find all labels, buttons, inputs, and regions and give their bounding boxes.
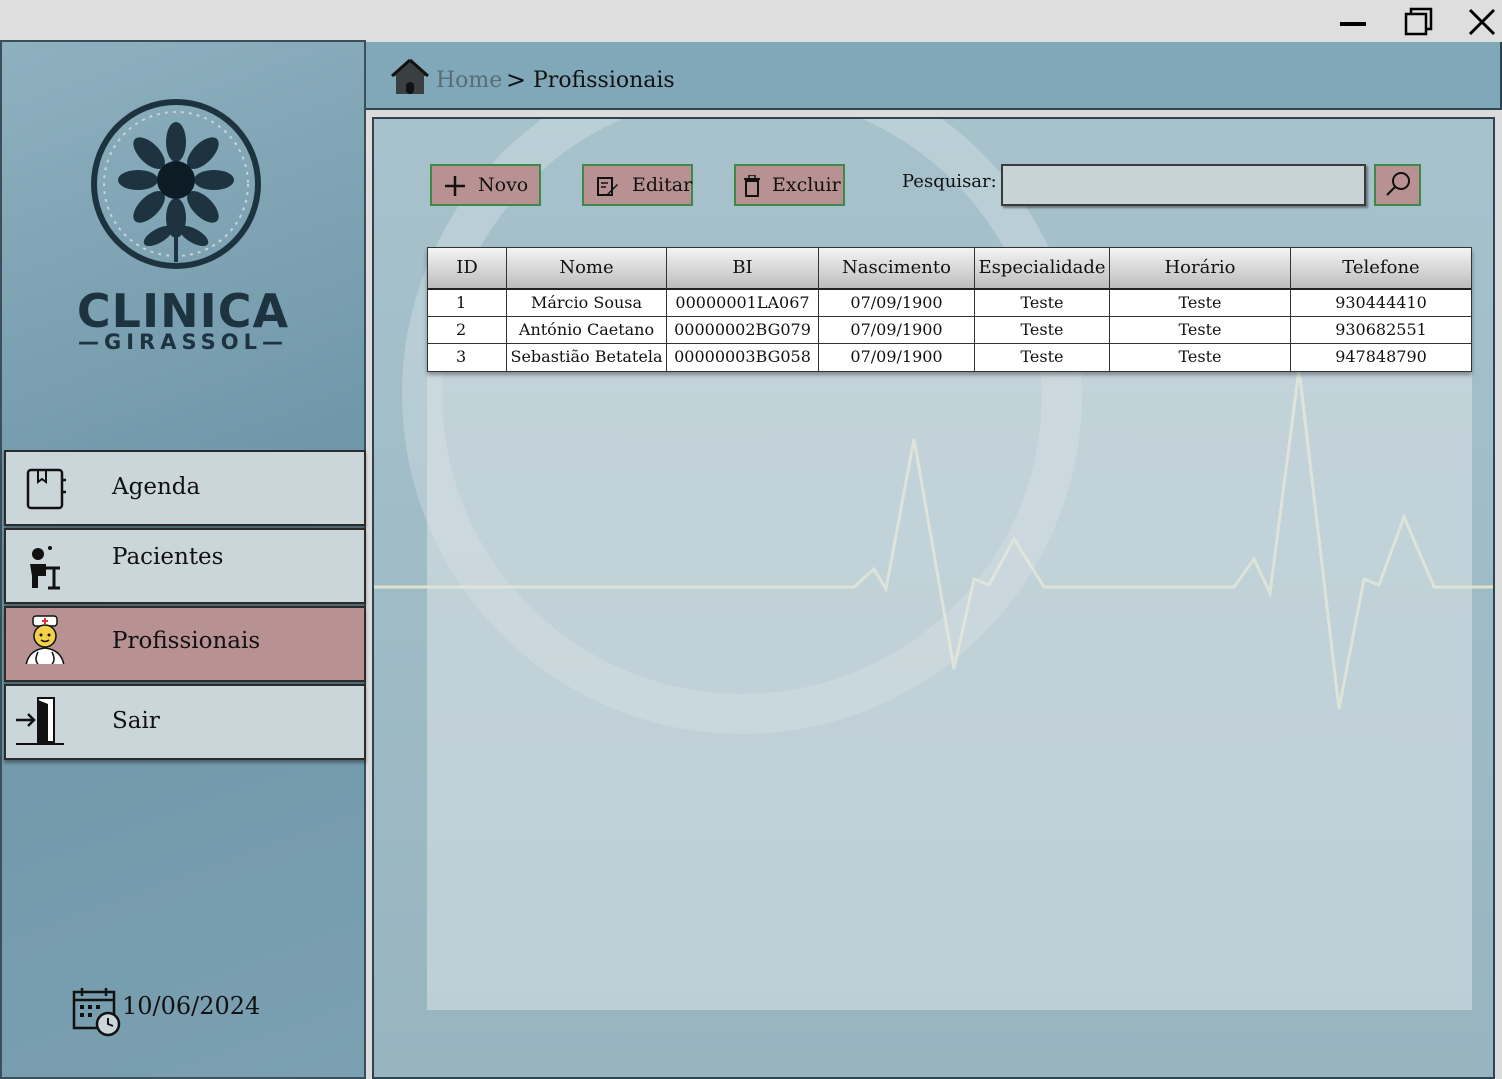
main-panel: Novo Editar Excluir Pesquisar: ID Nome B bbox=[372, 117, 1495, 1079]
sidebar-item-label: Agenda bbox=[112, 474, 201, 500]
logo-subtitle: —GIRASSOL— bbox=[77, 330, 288, 354]
cell-especialidade: Teste bbox=[975, 344, 1110, 371]
notebook-icon bbox=[26, 468, 66, 510]
cell-telefone: 947848790 bbox=[1335, 347, 1427, 366]
maximize-button[interactable] bbox=[1398, 4, 1438, 40]
sidebar-item-label: Pacientes bbox=[112, 544, 224, 570]
sidebar-item-label: Profissionais bbox=[112, 628, 261, 654]
page-title: Profissionais bbox=[533, 68, 675, 93]
nurse-icon bbox=[25, 615, 65, 664]
cell-bi: 00000003BG058 bbox=[667, 344, 819, 371]
cell-horario: Teste bbox=[1110, 344, 1291, 371]
column-header-id[interactable]: ID bbox=[428, 248, 507, 290]
cell-especialidade: Teste bbox=[975, 317, 1110, 343]
new-button-label: Novo bbox=[478, 174, 529, 196]
professionals-table: ID Nome BI Nascimento Especialidade Horá… bbox=[427, 247, 1472, 372]
exit-door-icon bbox=[16, 697, 64, 745]
sidebar-item-sair[interactable]: Sair bbox=[4, 684, 366, 760]
sidebar-item-label: Sair bbox=[112, 708, 160, 734]
cell-nascimento: 07/09/1900 bbox=[819, 344, 975, 371]
clinic-logo: CLINICA —GIRASSOL— bbox=[58, 96, 308, 356]
cell-nome: Márcio Sousa bbox=[507, 290, 667, 316]
cell-id: 3 bbox=[428, 344, 507, 371]
breadcrumb: Home > Profissionais bbox=[366, 42, 1502, 110]
cell-bi: 00000001LA067 bbox=[667, 290, 819, 316]
cell-horario: Teste bbox=[1110, 290, 1291, 316]
table-row[interactable]: 1 Márcio Sousa 00000001LA067 07/09/1900 … bbox=[428, 290, 1471, 317]
cell-especialidade: Teste bbox=[975, 290, 1110, 316]
cell-telefone: 930682551 bbox=[1335, 320, 1427, 339]
date-text: 10/06/2024 bbox=[122, 992, 261, 1020]
search-label: Pesquisar: bbox=[902, 171, 997, 192]
minimize-icon bbox=[1340, 22, 1366, 26]
column-header-bi[interactable]: BI bbox=[667, 248, 819, 290]
new-button[interactable]: Novo bbox=[430, 164, 541, 206]
table-header: ID Nome BI Nascimento Especialidade Horá… bbox=[428, 248, 1471, 290]
close-icon bbox=[1468, 8, 1496, 36]
window-title-bar bbox=[0, 0, 1502, 42]
delete-button-label: Excluir bbox=[772, 174, 841, 196]
column-header-nome[interactable]: Nome bbox=[507, 248, 667, 290]
edit-button-label: Editar bbox=[632, 174, 693, 196]
patient-icon bbox=[30, 546, 60, 590]
sidebar-item-profissionais[interactable]: Profissionais bbox=[4, 606, 366, 682]
cell-bi: 00000002BG079 bbox=[667, 317, 819, 343]
column-header-especialidade[interactable]: Especialidade bbox=[975, 248, 1110, 290]
sidebar: CLINICA —GIRASSOL— Agenda Pacientes Prof… bbox=[0, 40, 366, 1079]
close-button[interactable] bbox=[1462, 4, 1502, 40]
cell-nome: Sebastião Betatela bbox=[507, 344, 667, 371]
delete-button[interactable]: Excluir bbox=[734, 164, 845, 206]
search-input[interactable] bbox=[1001, 164, 1366, 206]
cell-horario: Teste bbox=[1110, 317, 1291, 343]
search-button[interactable] bbox=[1374, 164, 1421, 206]
column-header-horario[interactable]: Horário bbox=[1110, 248, 1291, 290]
trash-icon bbox=[744, 175, 760, 197]
maximize-icon bbox=[1404, 7, 1433, 36]
cell-nascimento: 07/09/1900 bbox=[819, 290, 975, 316]
logo-subtitle-text: GIRASSOL bbox=[103, 330, 262, 354]
column-header-telefone[interactable]: Telefone bbox=[1291, 248, 1471, 290]
calendar-clock-icon bbox=[72, 988, 121, 1037]
cell-nascimento: 07/09/1900 bbox=[819, 317, 975, 343]
home-icon[interactable] bbox=[390, 56, 430, 96]
edit-document-icon bbox=[597, 177, 618, 196]
cell-telefone: 930444410 bbox=[1335, 293, 1427, 312]
table-row[interactable]: 2 António Caetano 00000002BG079 07/09/19… bbox=[428, 317, 1471, 344]
minimize-button[interactable] bbox=[1334, 4, 1374, 40]
content-area bbox=[427, 370, 1472, 1010]
cell-nome: António Caetano bbox=[507, 317, 667, 343]
current-date: 10/06/2024 bbox=[72, 986, 332, 1038]
sunflower-logo-icon bbox=[91, 99, 261, 269]
breadcrumb-home-link[interactable]: Home bbox=[436, 68, 502, 93]
column-header-nascimento[interactable]: Nascimento bbox=[819, 248, 975, 290]
plus-icon bbox=[445, 176, 465, 196]
cell-id: 1 bbox=[428, 290, 507, 316]
breadcrumb-separator: > bbox=[506, 66, 527, 94]
sidebar-item-pacientes[interactable]: Pacientes bbox=[4, 528, 366, 604]
search-icon bbox=[1386, 172, 1410, 196]
cell-id: 2 bbox=[428, 317, 507, 343]
edit-button[interactable]: Editar bbox=[582, 164, 693, 206]
sidebar-item-agenda[interactable]: Agenda bbox=[4, 450, 366, 526]
table-row[interactable]: 3 Sebastião Betatela 00000003BG058 07/09… bbox=[428, 344, 1471, 371]
